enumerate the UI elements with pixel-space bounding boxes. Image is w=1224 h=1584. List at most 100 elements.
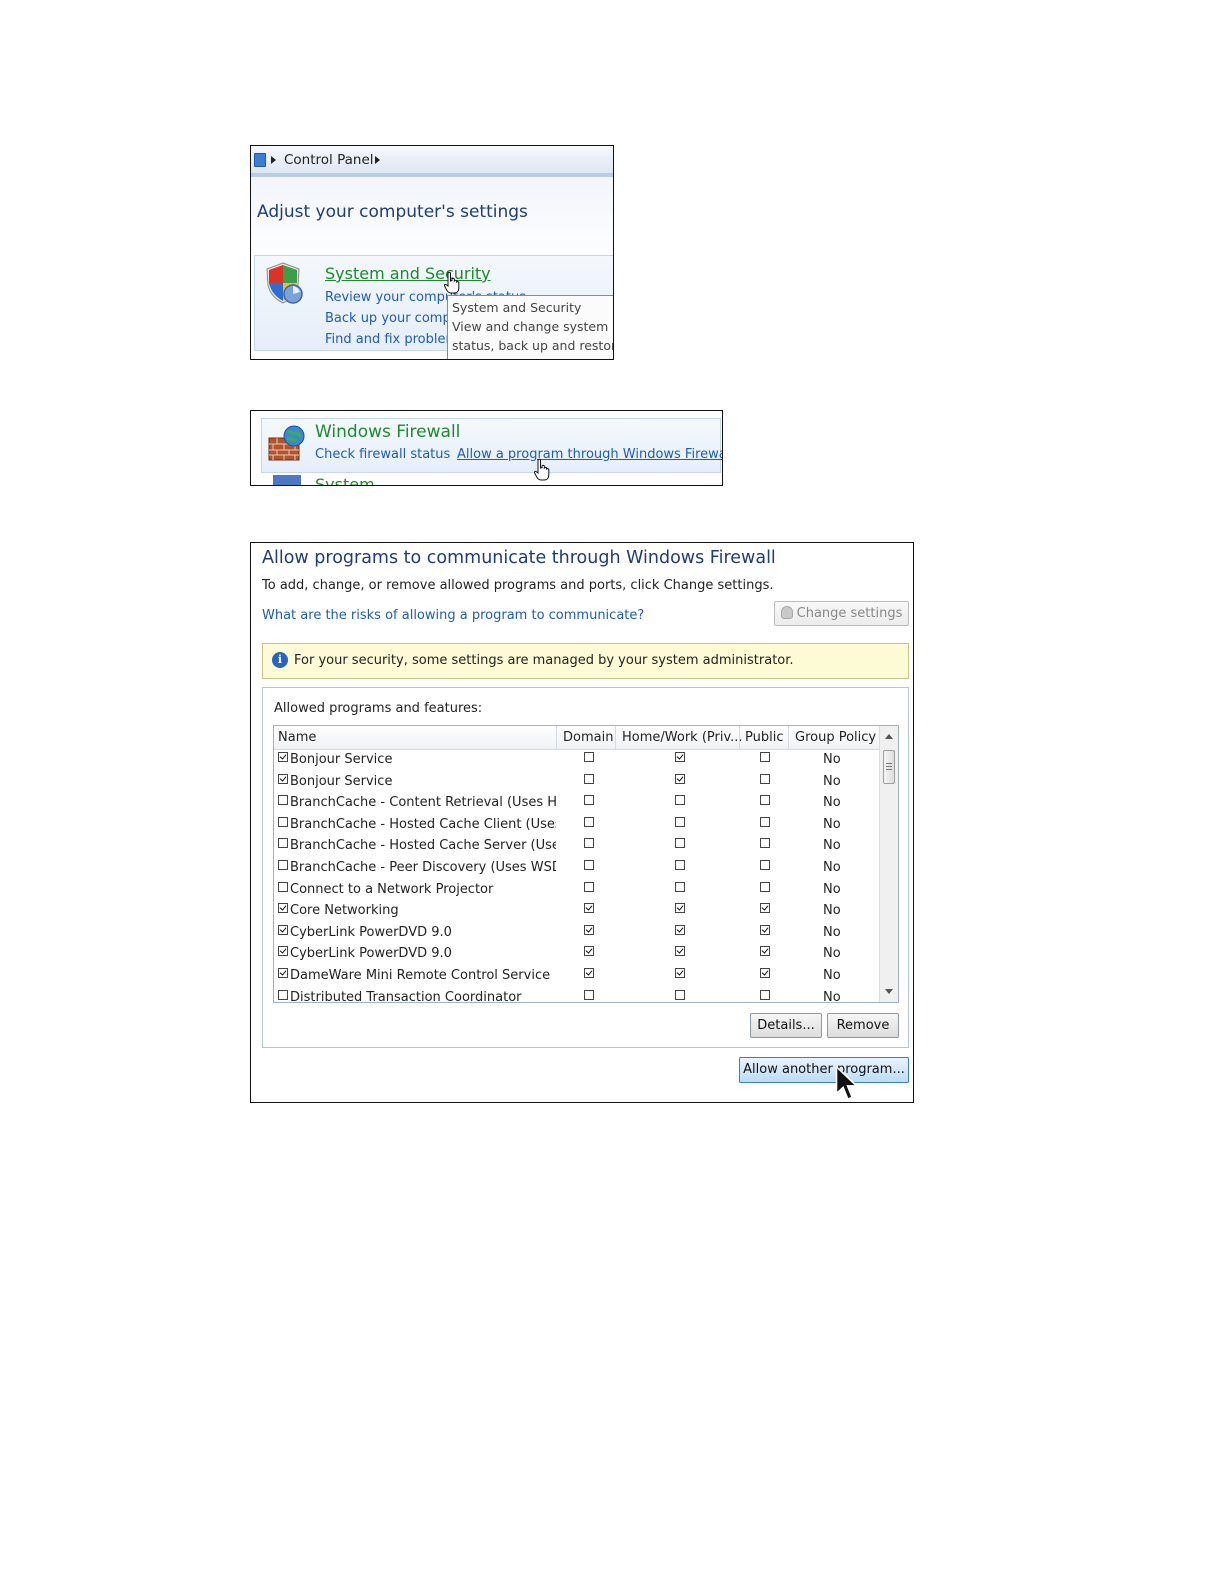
public-checkbox[interactable] — [760, 816, 770, 827]
program-enabled-checkbox[interactable] — [278, 967, 288, 978]
public-checkbox[interactable] — [760, 967, 770, 978]
allow-another-program-button[interactable]: Allow another program... — [739, 1057, 909, 1083]
public-checkbox[interactable] — [760, 838, 770, 849]
group-policy-cell: No — [823, 903, 841, 919]
program-enabled-checkbox[interactable] — [278, 816, 288, 827]
programs-list[interactable]: Name Domain Home/Work (Priv... Public Gr… — [273, 725, 899, 1003]
public-checkbox[interactable] — [760, 881, 770, 892]
table-row[interactable]: CyberLink PowerDVD 9.0 No — [274, 944, 879, 966]
home-checkbox[interactable] — [675, 989, 685, 1000]
program-enabled-checkbox[interactable] — [278, 773, 288, 784]
table-row[interactable]: CyberLink PowerDVD 9.0 No — [274, 923, 879, 945]
program-enabled-checkbox[interactable] — [278, 903, 288, 914]
domain-checkbox[interactable] — [584, 816, 594, 827]
public-checkbox[interactable] — [760, 773, 770, 784]
change-settings-button[interactable]: Change settings — [774, 601, 909, 626]
breadcrumb-control-panel[interactable]: Control Panel — [284, 152, 374, 168]
public-checkbox[interactable] — [760, 924, 770, 935]
allow-program-through-firewall-link[interactable]: Allow a program through Windows Firewall — [457, 447, 722, 462]
program-enabled-checkbox[interactable] — [278, 881, 288, 892]
column-header-public[interactable]: Public — [745, 730, 783, 745]
page-title: Adjust your computer's settings — [257, 202, 528, 222]
table-row[interactable]: Core Networking No — [274, 901, 879, 923]
next-category-system[interactable]: System — [273, 475, 375, 485]
home-checkbox[interactable] — [675, 903, 685, 914]
column-separator[interactable] — [615, 726, 616, 749]
domain-checkbox[interactable] — [584, 903, 594, 914]
domain-checkbox[interactable] — [584, 946, 594, 957]
program-enabled-checkbox[interactable] — [278, 989, 288, 1000]
windows-firewall-item[interactable]: Windows Firewall Check firewall status A… — [261, 418, 722, 473]
home-checkbox[interactable] — [675, 795, 685, 806]
scroll-up-arrow-icon[interactable] — [885, 734, 893, 739]
home-checkbox[interactable] — [675, 881, 685, 892]
program-name-cell: CyberLink PowerDVD 9.0 — [278, 946, 556, 961]
home-checkbox[interactable] — [675, 816, 685, 827]
domain-checkbox[interactable] — [584, 838, 594, 849]
domain-checkbox[interactable] — [584, 881, 594, 892]
public-checkbox[interactable] — [760, 946, 770, 957]
breadcrumb-arrow-icon[interactable] — [271, 156, 276, 164]
domain-checkbox[interactable] — [584, 795, 594, 806]
address-bar[interactable]: Control Panel — [251, 146, 613, 177]
home-checkbox[interactable] — [675, 924, 685, 935]
program-name: BranchCache - Hosted Cache Server (Uses … — [290, 838, 556, 854]
home-checkbox[interactable] — [675, 752, 685, 762]
domain-checkbox[interactable] — [584, 859, 594, 870]
program-enabled-checkbox[interactable] — [278, 924, 288, 935]
program-name-cell: Bonjour Service — [278, 752, 556, 767]
scroll-down-arrow-icon[interactable] — [885, 989, 893, 994]
system-link[interactable]: System — [315, 475, 375, 485]
hand-cursor-icon — [534, 458, 550, 481]
domain-checkbox[interactable] — [584, 752, 594, 762]
windows-firewall-link[interactable]: Windows Firewall — [315, 422, 460, 442]
table-row[interactable]: BranchCache - Peer Discovery (Uses WSD) N… — [274, 858, 879, 880]
column-separator[interactable] — [739, 726, 740, 749]
public-checkbox[interactable] — [760, 989, 770, 1000]
home-checkbox[interactable] — [675, 859, 685, 870]
program-enabled-checkbox[interactable] — [278, 859, 288, 870]
public-checkbox[interactable] — [760, 859, 770, 870]
public-checkbox[interactable] — [760, 752, 770, 762]
column-separator[interactable] — [556, 726, 557, 749]
program-enabled-checkbox[interactable] — [278, 838, 288, 849]
risks-link[interactable]: What are the risks of allowing a program… — [262, 608, 644, 623]
program-enabled-checkbox[interactable] — [278, 946, 288, 957]
home-checkbox[interactable] — [675, 838, 685, 849]
program-enabled-checkbox[interactable] — [278, 795, 288, 806]
remove-button[interactable]: Remove — [827, 1013, 899, 1038]
system-and-security-link[interactable]: System and Security — [325, 264, 491, 283]
vertical-scrollbar[interactable] — [879, 726, 898, 1002]
column-separator[interactable] — [788, 726, 789, 749]
domain-checkbox[interactable] — [584, 773, 594, 784]
home-checkbox[interactable] — [675, 946, 685, 957]
program-name-cell: Distributed Transaction Coordinator — [278, 989, 556, 1002]
table-row[interactable]: DameWare Mini Remote Control Service No — [274, 966, 879, 988]
domain-checkbox[interactable] — [584, 989, 594, 1000]
home-checkbox[interactable] — [675, 773, 685, 784]
table-row[interactable]: BranchCache - Hosted Cache Client (Uses … — [274, 815, 879, 837]
home-checkbox[interactable] — [675, 967, 685, 978]
public-checkbox[interactable] — [760, 903, 770, 914]
domain-checkbox[interactable] — [584, 967, 594, 978]
table-row[interactable]: BranchCache - Content Retrieval (Uses HT… — [274, 793, 879, 815]
breadcrumb-arrow-icon[interactable] — [375, 156, 380, 164]
public-checkbox[interactable] — [760, 795, 770, 806]
program-enabled-checkbox[interactable] — [278, 752, 288, 762]
column-header-name[interactable]: Name — [278, 730, 316, 745]
column-header-domain[interactable]: Domain — [563, 730, 613, 745]
domain-checkbox[interactable] — [584, 924, 594, 935]
table-row[interactable]: BranchCache - Hosted Cache Server (Uses … — [274, 836, 879, 858]
table-row[interactable]: Bonjour Service No — [274, 750, 879, 772]
troubleshoot-link[interactable]: Find and fix problems — [325, 332, 465, 347]
table-row[interactable]: Connect to a Network Projector No — [274, 880, 879, 902]
check-firewall-status-link[interactable]: Check firewall status — [315, 447, 450, 462]
column-header-group-policy[interactable]: Group Policy — [795, 730, 876, 745]
group-policy-cell: No — [823, 946, 841, 962]
table-row[interactable]: Distributed Transaction Coordinator No — [274, 988, 879, 1002]
details-button[interactable]: Details... — [750, 1013, 822, 1038]
column-header-home-work[interactable]: Home/Work (Priv... — [622, 730, 743, 745]
scroll-thumb[interactable] — [883, 750, 895, 784]
table-row[interactable]: Bonjour Service No — [274, 772, 879, 794]
tooltip-title: System and Security — [452, 300, 582, 315]
